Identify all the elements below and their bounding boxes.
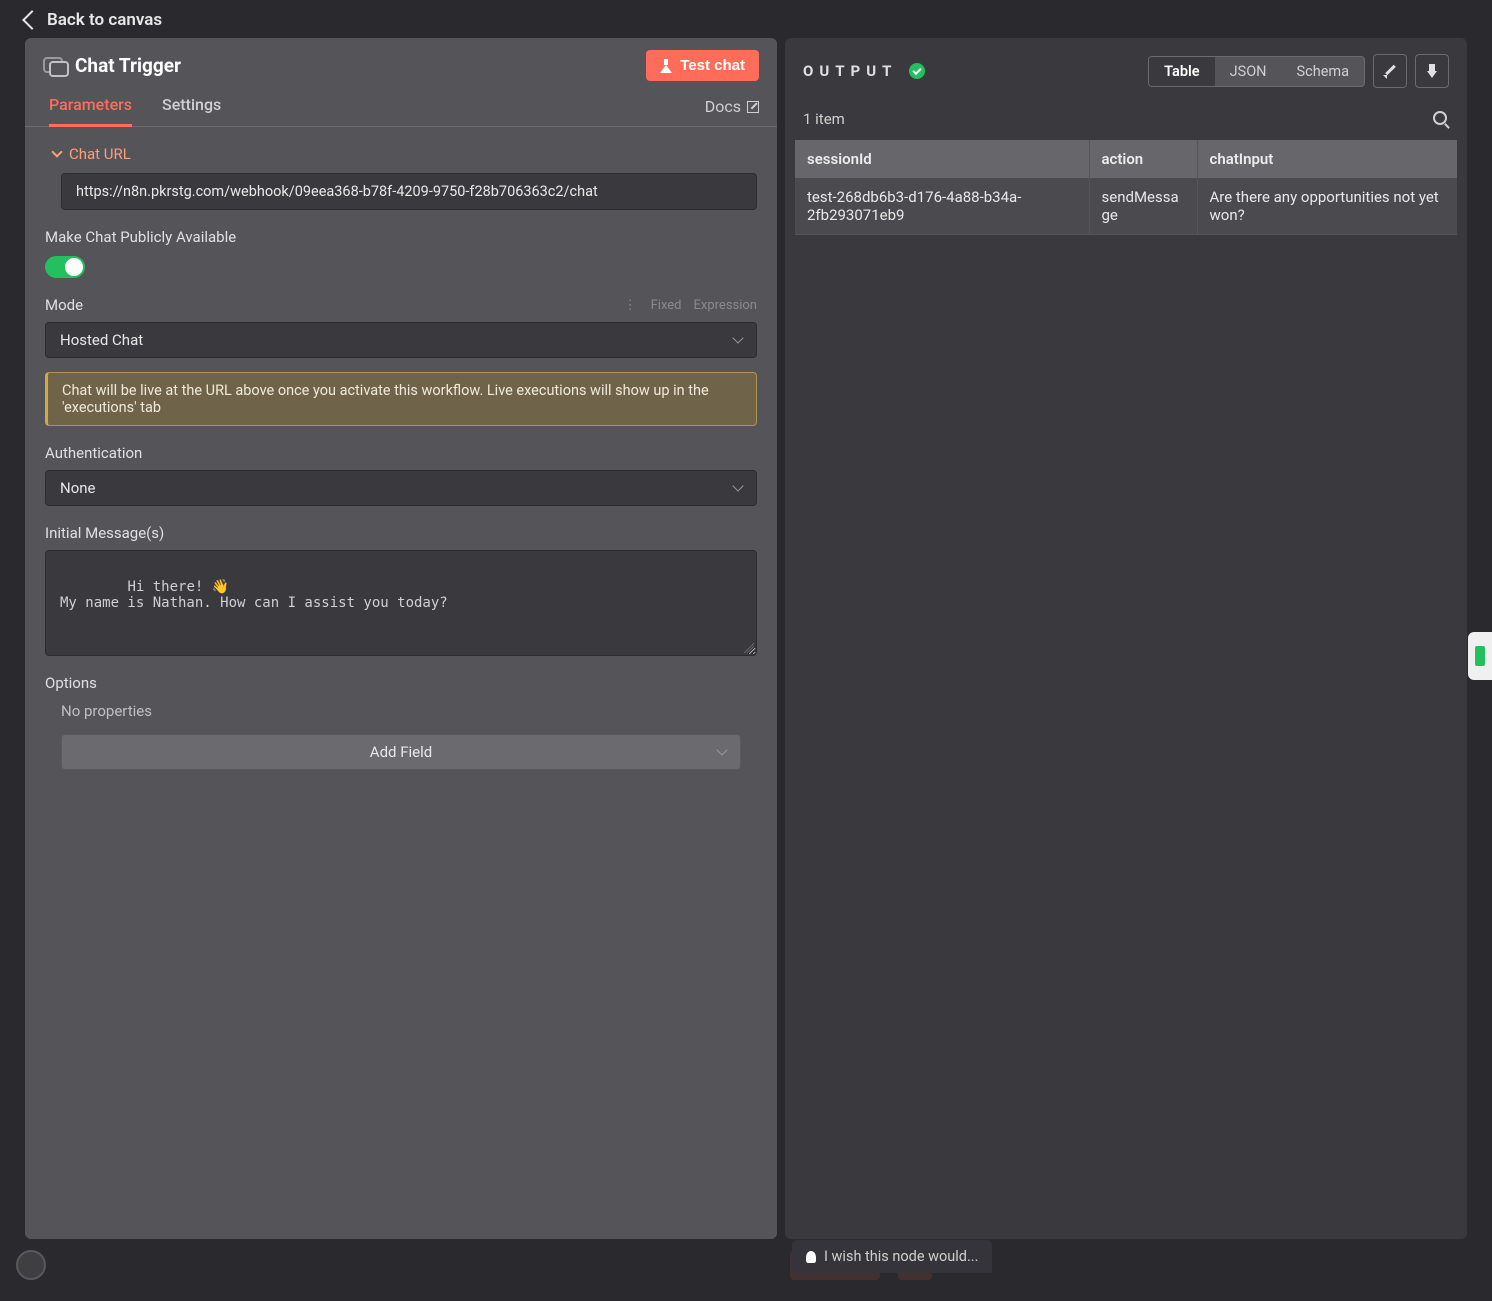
initial-messages-label: Initial Message(s) bbox=[45, 524, 757, 542]
test-chat-button[interactable]: Test chat bbox=[646, 50, 759, 81]
mode-fixed-option[interactable]: Fixed bbox=[651, 298, 682, 313]
chevron-down-icon bbox=[732, 480, 743, 491]
add-field-label: Add Field bbox=[370, 743, 432, 761]
cell-chatinput: Are there any opportunities not yet won? bbox=[1197, 178, 1457, 235]
resize-handle-icon[interactable] bbox=[744, 643, 754, 653]
arrow-left-icon bbox=[22, 10, 42, 30]
lightbulb-icon bbox=[806, 1251, 816, 1263]
output-title: OUTPUT bbox=[803, 62, 897, 80]
success-check-icon bbox=[909, 63, 925, 79]
right-edge-drawer-handle[interactable] bbox=[1468, 632, 1492, 680]
docs-link[interactable]: Docs bbox=[705, 97, 759, 126]
add-field-button[interactable]: Add Field bbox=[61, 734, 741, 770]
cell-action: sendMessage bbox=[1089, 178, 1197, 235]
auth-select[interactable]: None bbox=[45, 470, 757, 506]
mode-select[interactable]: Hosted Chat bbox=[45, 322, 757, 358]
table-row[interactable]: test-268db6b3-d176-4a88-b34a-2fb293071eb… bbox=[795, 178, 1457, 235]
col-header-action[interactable]: action bbox=[1089, 140, 1197, 178]
mode-value: Hosted Chat bbox=[60, 331, 143, 349]
pencil-icon bbox=[1383, 64, 1397, 78]
output-panel: OUTPUT Table JSON Schema 1 item bbox=[785, 38, 1467, 1239]
col-header-chatinput[interactable]: chatInput bbox=[1197, 140, 1457, 178]
output-table: sessionId action chatInput test-268db6b3… bbox=[795, 140, 1457, 235]
auth-value: None bbox=[60, 479, 96, 497]
public-toggle-label: Make Chat Publicly Available bbox=[45, 228, 757, 246]
back-to-canvas-link[interactable]: Back to canvas bbox=[25, 10, 162, 30]
external-link-icon bbox=[747, 101, 759, 113]
test-chat-label: Test chat bbox=[680, 57, 745, 74]
chat-url-value[interactable]: https://n8n.pkrstg.com/webhook/09eea368-… bbox=[61, 173, 757, 210]
auth-label: Authentication bbox=[45, 444, 757, 462]
workflow-warning-banner: Chat will be live at the URL above once … bbox=[45, 372, 757, 426]
tab-parameters[interactable]: Parameters bbox=[49, 95, 132, 127]
feedback-text: I wish this node would... bbox=[824, 1248, 978, 1265]
view-table-tab[interactable]: Table bbox=[1149, 57, 1214, 86]
pin-icon bbox=[1427, 64, 1437, 78]
node-config-panel: Chat Trigger Test chat Parameters Settin… bbox=[25, 38, 777, 1239]
cell-sessionid: test-268db6b3-d176-4a88-b34a-2fb293071eb… bbox=[795, 178, 1089, 235]
tab-settings[interactable]: Settings bbox=[162, 95, 221, 126]
initial-messages-value: Hi there! 👋 My name is Nathan. How can I… bbox=[60, 579, 448, 611]
mode-label: Mode bbox=[45, 296, 83, 314]
drag-dots-icon: ⋮ bbox=[624, 298, 639, 313]
table-header-row: sessionId action chatInput bbox=[795, 140, 1457, 178]
chevron-down-icon bbox=[732, 332, 743, 343]
chat-url-section-toggle[interactable]: Chat URL bbox=[45, 141, 757, 173]
back-label: Back to canvas bbox=[47, 10, 162, 30]
docs-label: Docs bbox=[705, 97, 741, 116]
canvas-background-toolbar bbox=[0, 1243, 1492, 1287]
initial-messages-textarea[interactable]: Hi there! 👋 My name is Nathan. How can I… bbox=[45, 550, 757, 656]
chat-url-label: Chat URL bbox=[69, 145, 131, 163]
node-title: Chat Trigger bbox=[75, 54, 181, 77]
chat-bubbles-icon bbox=[43, 57, 65, 75]
no-properties-text: No properties bbox=[45, 692, 757, 730]
item-count: 1 item bbox=[803, 110, 845, 128]
flask-icon bbox=[660, 59, 672, 73]
output-view-segmented: Table JSON Schema bbox=[1148, 56, 1365, 87]
col-header-sessionid[interactable]: sessionId bbox=[795, 140, 1089, 178]
mode-expression-option[interactable]: Expression bbox=[694, 298, 758, 313]
chevron-down-icon bbox=[51, 146, 62, 157]
pin-output-button[interactable] bbox=[1415, 54, 1449, 88]
view-schema-tab[interactable]: Schema bbox=[1282, 57, 1364, 86]
public-toggle[interactable] bbox=[45, 256, 85, 278]
chevron-down-icon bbox=[716, 744, 727, 755]
feedback-prompt[interactable]: I wish this node would... bbox=[792, 1240, 992, 1273]
search-icon[interactable] bbox=[1433, 111, 1449, 127]
options-label: Options bbox=[45, 674, 757, 692]
view-json-tab[interactable]: JSON bbox=[1215, 57, 1282, 86]
drawer-handle-icon bbox=[1475, 646, 1485, 666]
avatar bbox=[16, 1250, 46, 1280]
edit-output-button[interactable] bbox=[1373, 54, 1407, 88]
